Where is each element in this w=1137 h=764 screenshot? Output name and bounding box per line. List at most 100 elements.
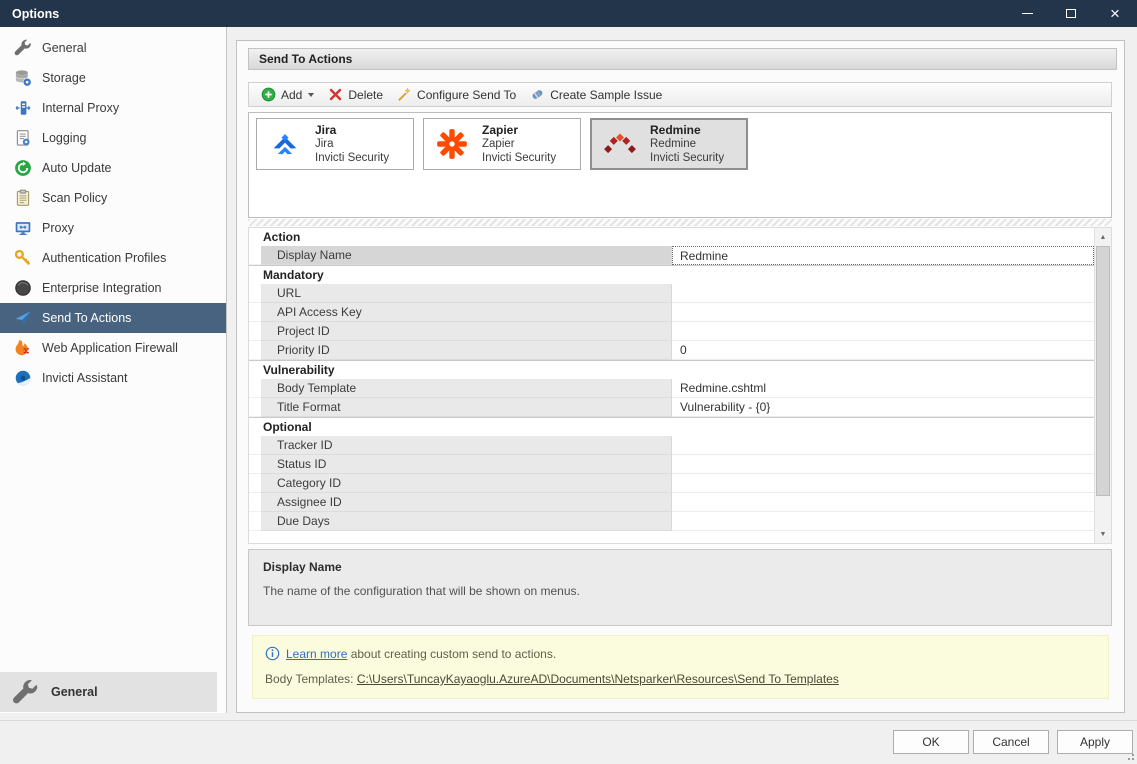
scroll-down-arrow[interactable]: ▼	[1095, 526, 1111, 542]
info-icon	[265, 646, 280, 661]
sidebar-item-web-application-firewall[interactable]: Web Application Firewall	[0, 333, 226, 363]
send-to-actions-panel: Send To Actions Add Delete Configure Sen…	[236, 40, 1125, 713]
vertical-scrollbar[interactable]: ▲ ▼	[1094, 228, 1111, 543]
card-text: JiraJiraInvicti Security	[315, 123, 389, 165]
grid-row-assignee-id[interactable]: Assignee ID	[249, 493, 1094, 512]
grid-section-optional: Optional	[249, 417, 1094, 436]
create-sample-issue-button[interactable]: Create Sample Issue	[523, 84, 669, 105]
resize-grip[interactable]	[1126, 752, 1134, 760]
row-gutter	[249, 436, 261, 455]
grid-value-title-format[interactable]: Vulnerability - {0}	[672, 398, 1094, 417]
grid-label: Project ID	[261, 322, 672, 341]
row-gutter	[249, 322, 261, 341]
grid-row-title-format[interactable]: Title FormatVulnerability - {0}	[249, 398, 1094, 417]
sidebar-item-enterprise-integration[interactable]: Enterprise Integration	[0, 273, 226, 303]
property-description-text: The name of the configuration that will …	[263, 584, 1097, 598]
maximize-button[interactable]	[1049, 0, 1093, 27]
group-header: Send To Actions	[248, 48, 1117, 70]
delete-button[interactable]: Delete	[321, 84, 390, 105]
sidebar-item-label: Enterprise Integration	[42, 281, 162, 295]
maximize-icon	[1066, 9, 1076, 18]
card-redmine[interactable]: RedmineRedmineInvicti Security	[590, 118, 748, 170]
learn-more-link[interactable]: Learn more	[286, 647, 347, 661]
property-description-title: Display Name	[263, 560, 1097, 574]
learn-more-rest: about creating custom send to actions.	[347, 647, 556, 661]
grid-label: Display Name	[261, 246, 672, 265]
grid-row-project-id[interactable]: Project ID	[249, 322, 1094, 341]
toolbar: Add Delete Configure Send To Create Samp…	[248, 82, 1112, 107]
sidebar-item-authentication-profiles[interactable]: Authentication Profiles	[0, 243, 226, 273]
grid-value-display-name[interactable]: Redmine	[672, 246, 1094, 265]
grid-value-url[interactable]	[672, 284, 1094, 303]
delete-icon	[328, 87, 343, 102]
sidebar-footer-label: General	[51, 685, 98, 699]
body-templates-path-link[interactable]: C:\Users\TuncayKayaoglu.AzureAD\Document…	[357, 672, 839, 686]
sidebar-item-logging[interactable]: Logging	[0, 123, 226, 153]
grid-value-category-id[interactable]	[672, 474, 1094, 493]
apply-button[interactable]: Apply	[1057, 730, 1133, 754]
grid-value-priority-id[interactable]: 0	[672, 341, 1094, 360]
wrench-icon	[12, 679, 39, 706]
sidebar-item-storage[interactable]: Storage	[0, 63, 226, 93]
delete-button-label: Delete	[348, 88, 383, 102]
scrollbar-thumb[interactable]	[1096, 246, 1110, 496]
grid-label: Due Days	[261, 512, 672, 531]
grid-value-api-access-key[interactable]	[672, 303, 1094, 322]
grid-label: URL	[261, 284, 672, 303]
assistant-globe-icon	[14, 369, 32, 387]
card-title: Redmine	[650, 123, 724, 137]
sidebar-item-auto-update[interactable]: Auto Update	[0, 153, 226, 183]
add-button-label: Add	[281, 88, 302, 102]
row-gutter	[249, 246, 261, 265]
configure-send-to-button[interactable]: Configure Send To	[390, 84, 523, 105]
minimize-button[interactable]	[1005, 0, 1049, 27]
grid-label: Category ID	[261, 474, 672, 493]
row-gutter	[249, 512, 261, 531]
sidebar-item-send-to-actions[interactable]: Send To Actions	[0, 303, 226, 333]
grid-row-category-id[interactable]: Category ID	[249, 474, 1094, 493]
ok-button[interactable]: OK	[893, 730, 969, 754]
grid-row-priority-id[interactable]: Priority ID0	[249, 341, 1094, 360]
sidebar-item-label: Invicti Assistant	[42, 371, 127, 385]
grid-value-status-id[interactable]	[672, 455, 1094, 474]
cancel-button[interactable]: Cancel	[973, 730, 1049, 754]
grid-value-tracker-id[interactable]	[672, 436, 1094, 455]
internal-proxy-icon	[14, 99, 32, 117]
sidebar-item-invicti-assistant[interactable]: Invicti Assistant	[0, 363, 226, 393]
group-header-title: Send To Actions	[259, 52, 352, 66]
grid-row-tracker-id[interactable]: Tracker ID	[249, 436, 1094, 455]
sidebar-item-scan-policy[interactable]: Scan Policy	[0, 183, 226, 213]
sidebar-item-internal-proxy[interactable]: Internal Proxy	[0, 93, 226, 123]
scroll-up-arrow[interactable]: ▲	[1095, 229, 1111, 245]
grid-value-due-days[interactable]	[672, 512, 1094, 531]
sidebar-item-label: Logging	[42, 131, 87, 145]
grid-row-body-template[interactable]: Body TemplateRedmine.cshtml	[249, 379, 1094, 398]
grid-value-body-template[interactable]: Redmine.cshtml	[672, 379, 1094, 398]
close-icon: ×	[1110, 9, 1120, 19]
grid-row-display-name[interactable]: Display NameRedmine	[249, 246, 1094, 265]
enterprise-sphere-icon	[14, 279, 32, 297]
grid-value-assignee-id[interactable]	[672, 493, 1094, 512]
sidebar-item-proxy[interactable]: Proxy	[0, 213, 226, 243]
chevron-down-icon	[308, 93, 314, 97]
grid-row-due-days[interactable]: Due Days	[249, 512, 1094, 531]
create-sample-issue-label: Create Sample Issue	[550, 88, 662, 102]
splitter-handle[interactable]	[248, 219, 1112, 226]
add-button[interactable]: Add	[254, 84, 321, 105]
grid-row-api-access-key[interactable]: API Access Key	[249, 303, 1094, 322]
grid-label: Priority ID	[261, 341, 672, 360]
card-zapier[interactable]: ZapierZapierInvicti Security	[423, 118, 581, 170]
close-button[interactable]: ×	[1093, 0, 1137, 27]
minimize-icon	[1022, 13, 1033, 14]
sidebar-footer-general[interactable]: General	[0, 672, 217, 712]
auto-update-icon	[14, 159, 32, 177]
sidebar-item-general[interactable]: General	[0, 33, 226, 63]
sidebar-list: GeneralStorageInternal Proxy Logging Auto …	[0, 27, 226, 393]
grid-value-project-id[interactable]	[672, 322, 1094, 341]
card-jira[interactable]: JiraJiraInvicti Security	[256, 118, 414, 170]
grid-row-status-id[interactable]: Status ID	[249, 455, 1094, 474]
row-gutter	[249, 455, 261, 474]
grid-row-url[interactable]: URL	[249, 284, 1094, 303]
grid-label: Body Template	[261, 379, 672, 398]
key-icon	[14, 249, 32, 267]
